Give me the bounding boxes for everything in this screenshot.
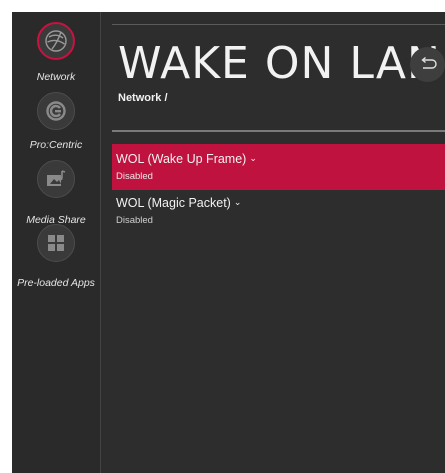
apps-grid-icon	[37, 224, 75, 262]
procentric-icon	[37, 92, 75, 130]
breadcrumb: Network /	[118, 92, 168, 104]
list-item-value: Disabled	[116, 215, 153, 226]
list-item-label: WOL (Magic Packet)	[116, 196, 231, 210]
sidebar-item-network[interactable]: Network	[12, 22, 100, 87]
list-item-wol-magic-packet[interactable]: WOL (Magic Packet) ⌄ Disabled	[112, 188, 445, 234]
back-button[interactable]	[410, 47, 445, 82]
chevron-down-icon: ⌄	[233, 197, 242, 207]
page-title: WAKE ON LAN	[118, 38, 441, 89]
main-panel: WAKE ON LAN Network / WOL (Wake Up Frame…	[100, 12, 445, 473]
chevron-down-icon: ⌄	[249, 153, 257, 163]
list-item-label-wrap: WOL (Magic Packet) ⌄	[116, 196, 241, 210]
sidebar-item-media-share[interactable]: Media Share	[12, 160, 100, 226]
sidebar: Network Pro:Centric Media Share Pre-load…	[12, 12, 101, 473]
list-item-label-wrap: WOL (Wake Up Frame) ⌄	[116, 152, 257, 166]
network-globe-icon	[37, 22, 75, 60]
list-item-value: Disabled	[116, 171, 153, 182]
sidebar-item-label: Network	[36, 71, 76, 83]
sidebar-item-label: Pro:Centric	[29, 139, 83, 151]
sidebar-item-label: Pre-loaded Apps	[17, 277, 95, 289]
media-share-icon	[37, 160, 75, 198]
divider	[112, 130, 445, 132]
sidebar-item-preloaded-apps[interactable]: Pre-loaded Apps	[12, 224, 100, 304]
back-arrow-icon	[421, 57, 437, 69]
divider	[112, 24, 445, 25]
settings-window: Network Pro:Centric Media Share Pre-load…	[12, 12, 445, 473]
sidebar-item-procentric[interactable]: Pro:Centric	[12, 92, 100, 157]
list-item-wol-wake-up-frame[interactable]: WOL (Wake Up Frame) ⌄ Disabled	[112, 144, 445, 190]
list-item-label: WOL (Wake Up Frame)	[116, 152, 247, 166]
